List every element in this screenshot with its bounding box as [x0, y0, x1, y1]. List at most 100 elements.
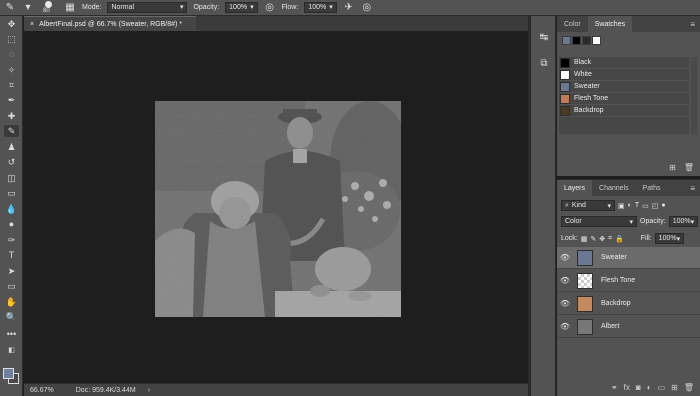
layer-row-albert[interactable]: 👁 Albert [557, 316, 700, 338]
panel-menu-icon[interactable]: ≡ [690, 180, 700, 196]
eyedropper-tool-icon[interactable]: ✒ [4, 94, 19, 106]
layer-filter-select[interactable]: ⌕ Kind ▾ [561, 200, 615, 211]
opacity-value: 100% [229, 4, 248, 11]
opacity-input[interactable]: 100% ▾ [225, 2, 258, 13]
eye-icon[interactable]: 👁 [557, 322, 573, 331]
tab-paths[interactable]: Paths [636, 180, 668, 196]
swatch-item-flesh-tone[interactable]: Flesh Tone [559, 93, 689, 105]
history-brush-tool-icon[interactable]: ↺ [4, 156, 19, 168]
crop-tool-icon[interactable]: ⌗ [4, 79, 19, 91]
trash-icon[interactable]: 🗑 [684, 163, 694, 172]
swatch-label: White [574, 71, 592, 78]
layer-thumbnail [577, 318, 593, 335]
link-layers-icon[interactable]: ⚭ [611, 383, 618, 392]
swatch-item-backdrop[interactable]: Backdrop [559, 105, 689, 117]
status-menu-arrow[interactable]: › [148, 387, 150, 394]
brush-tool-icon[interactable]: ✎ [4, 125, 19, 137]
lock-all-icon[interactable]: 🔒 [615, 235, 624, 243]
hand-tool-icon[interactable]: ✋ [4, 296, 19, 308]
blur-tool-icon[interactable]: 💧 [4, 203, 19, 215]
quick-select-tool-icon[interactable]: ✧ [4, 64, 19, 76]
filter-shape-icon[interactable]: ▭ [642, 202, 649, 210]
layer-name: Flesh Tone [601, 277, 636, 284]
opacity-label: Opacity: [193, 4, 220, 11]
pressure-size-icon[interactable]: ◎ [361, 2, 373, 14]
kind-label: Kind [571, 202, 586, 209]
lock-position-icon[interactable]: ✥ [599, 235, 605, 243]
layer-row-backdrop[interactable]: 👁 Backdrop [557, 293, 700, 315]
trash-icon[interactable]: 🗑 [684, 383, 694, 392]
swatch-chip[interactable] [592, 36, 601, 45]
swatch-chip[interactable] [572, 36, 581, 45]
swatch-item-sweater[interactable]: Sweater [559, 81, 689, 93]
filter-adjustment-icon[interactable]: ◐ [628, 202, 632, 209]
gradient-tool-icon[interactable]: ▭ [4, 187, 19, 199]
filter-type-icon[interactable]: T [635, 202, 639, 209]
swatch-color-chip [560, 81, 570, 92]
layer-style-icon[interactable]: fx [624, 383, 630, 392]
dodge-tool-icon[interactable]: ● [4, 218, 19, 230]
history-panel-icon[interactable]: ↹ [537, 30, 551, 44]
path-selection-tool-icon[interactable]: ➤ [4, 265, 19, 277]
airbrush-icon[interactable]: ✈ [343, 2, 355, 14]
zoom-tool-icon[interactable]: 🔍 [4, 311, 19, 323]
zoom-level[interactable]: 66.67% [30, 387, 54, 394]
panel-menu-icon[interactable]: ≡ [690, 16, 700, 32]
blend-mode-select[interactable]: Color ▾ [561, 216, 637, 227]
marquee-tool-icon[interactable]: ⬚ [4, 33, 19, 45]
chevron-down-icon[interactable]: ▾ [22, 2, 34, 14]
clone-stamp-tool-icon[interactable]: ♟ [4, 141, 19, 153]
swatch-chip[interactable] [562, 36, 571, 45]
mode-select[interactable]: Normal ▾ [107, 2, 188, 13]
brush-panel-toggle-icon[interactable]: ▦ [64, 2, 76, 14]
flow-input[interactable]: 100% ▾ [304, 2, 337, 13]
eraser-tool-icon[interactable]: ◫ [4, 172, 19, 184]
tab-color[interactable]: Color [557, 16, 588, 32]
new-layer-icon[interactable]: ⊞ [671, 383, 678, 392]
foreground-color-swatch[interactable] [3, 368, 14, 379]
layer-mask-icon[interactable]: ◙ [636, 383, 641, 392]
filter-smart-object-icon[interactable]: ◰ [652, 202, 659, 210]
filter-toggle-icon[interactable]: ● [661, 202, 665, 209]
tab-swatches[interactable]: Swatches [587, 16, 633, 32]
lock-transparency-icon[interactable]: ▦ [581, 235, 588, 243]
move-tool-icon[interactable]: ✥ [4, 18, 19, 30]
new-swatch-icon[interactable]: ⊞ [669, 163, 676, 172]
layer-row-flesh-tone[interactable]: 👁 Flesh Tone [557, 270, 700, 292]
document-image[interactable] [155, 101, 401, 317]
healing-brush-tool-icon[interactable]: ✚ [4, 110, 19, 122]
lock-artboard-icon[interactable]: ⌗ [608, 235, 612, 243]
layer-thumbnail [577, 249, 593, 266]
pen-tool-icon[interactable]: ✑ [4, 234, 19, 246]
swatch-item-black[interactable]: Black [559, 57, 689, 69]
tab-layers[interactable]: Layers [557, 180, 593, 196]
swatch-item-white[interactable]: White [559, 69, 689, 81]
type-tool-icon[interactable]: T [4, 249, 19, 261]
close-icon[interactable]: × [30, 21, 34, 28]
tab-channels[interactable]: Channels [592, 180, 636, 196]
new-group-icon[interactable]: ▭ [658, 383, 666, 392]
lock-pixels-icon[interactable]: ✎ [590, 235, 596, 243]
brush-preset-picker[interactable]: 80 [40, 0, 58, 16]
rectangle-tool-icon[interactable]: ▭ [4, 280, 19, 292]
fill-input[interactable]: 100% ▾ [654, 233, 685, 244]
swatch-scrollbar[interactable] [691, 57, 697, 134]
brush-tool-icon[interactable]: ✎ [4, 2, 16, 14]
canvas-area[interactable] [24, 31, 528, 383]
document-tab[interactable]: × AlbertFinal.psd @ 66.7% (Sweater, RGB/… [24, 16, 196, 31]
pressure-opacity-icon[interactable]: ◎ [264, 2, 276, 14]
properties-panel-icon[interactable]: ⧉ [537, 56, 551, 70]
adjustment-layer-icon[interactable]: ◐ [647, 383, 652, 392]
default-colors-icon[interactable]: ◧ [4, 344, 19, 356]
filter-pixel-icon[interactable]: ▣ [618, 202, 625, 210]
more-tools-icon[interactable]: ••• [4, 328, 19, 340]
layer-opacity-input[interactable]: 100% ▾ [668, 216, 699, 227]
eye-icon[interactable]: 👁 [557, 253, 573, 262]
swatch-chip[interactable] [582, 36, 591, 45]
lasso-tool-icon[interactable]: ◌ [4, 48, 19, 60]
layer-row-sweater[interactable]: 👁 Sweater [557, 247, 700, 269]
eye-icon[interactable]: 👁 [557, 299, 573, 308]
layer-name: Sweater [601, 254, 627, 261]
search-icon: ⌕ [565, 201, 569, 209]
eye-icon[interactable]: 👁 [557, 276, 573, 285]
